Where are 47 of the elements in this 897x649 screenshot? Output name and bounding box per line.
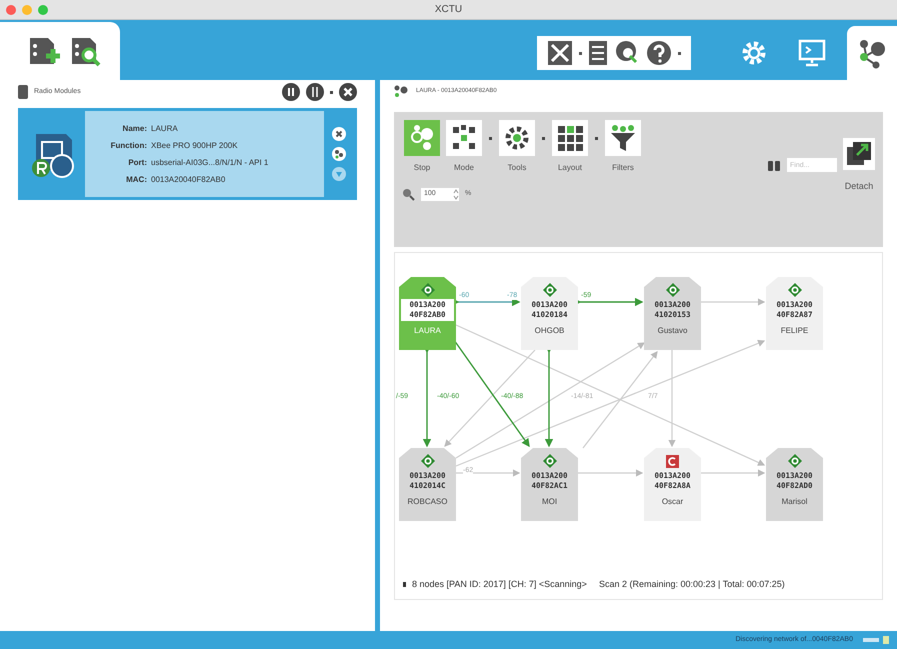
node-name: OHGOB: [534, 325, 564, 337]
detach-icon[interactable]: [843, 138, 875, 170]
module-card[interactable]: Name: LAURA Function: XBee PRO 900HP 200K Port: usbserial-AI03G...8/N/1/N - API 1 MAC: 0013A20040F82AB0: [18, 108, 357, 200]
network-icon[interactable]: [332, 147, 346, 161]
router-icon: [666, 283, 680, 297]
field-label: Port:: [127, 156, 148, 168]
link-arrow: [456, 469, 520, 477]
node-name: MOI: [542, 496, 558, 508]
tools-icon[interactable]: [547, 40, 573, 66]
help-icon[interactable]: [646, 40, 672, 66]
field-value: usbserial-AI03G...8/N/1/N - API 1: [151, 156, 268, 168]
field-label: Function:: [110, 140, 148, 152]
coordinator-icon: [666, 454, 679, 468]
link-arrow: [578, 469, 644, 477]
network-summary: 8 nodes [PAN ID: 2017] [CH: 7] <Scanning>: [412, 578, 587, 591]
node-name: FELIPE: [780, 325, 808, 337]
link-arrow: [701, 469, 766, 477]
router-icon: [542, 454, 556, 468]
router-icon: [542, 283, 556, 297]
field-value: XBee PRO 900HP 200K: [151, 140, 238, 152]
pause-icon[interactable]: [282, 83, 300, 101]
field-value: 0013A20040F82AB0: [151, 174, 226, 186]
router-icon: [788, 454, 802, 468]
network-icon: [394, 85, 408, 97]
field-value: LAURA: [151, 122, 178, 134]
node-name: Oscar: [662, 496, 684, 508]
detach-label: Detach: [844, 180, 874, 193]
scan-status-text: Scan 2 (Remaining: 00:00:23 | Total: 00:07:25): [598, 578, 785, 591]
close-icon[interactable]: [339, 83, 357, 101]
remove-icon[interactable]: [332, 127, 346, 141]
field-label: MAC:: [125, 174, 148, 186]
field-label: Name:: [122, 122, 148, 134]
node-name: Gustavo: [658, 325, 688, 337]
zoom-icon: [402, 188, 415, 200]
router-icon: [788, 283, 802, 297]
node-name: LAURA: [414, 325, 441, 337]
network-mode-tab[interactable]: [847, 26, 897, 80]
node-name: Marisol: [782, 496, 808, 508]
node-name: ROBCASO: [407, 496, 448, 508]
window-title: XCTU: [434, 3, 462, 17]
list-icon[interactable]: [588, 40, 608, 66]
monitor-icon[interactable]: [797, 38, 827, 68]
link-arrow: [701, 298, 766, 306]
progress-icon: [863, 636, 889, 644]
router-icon: [420, 454, 434, 468]
radio-module-icon: [18, 85, 28, 99]
router-icon: [420, 283, 434, 297]
